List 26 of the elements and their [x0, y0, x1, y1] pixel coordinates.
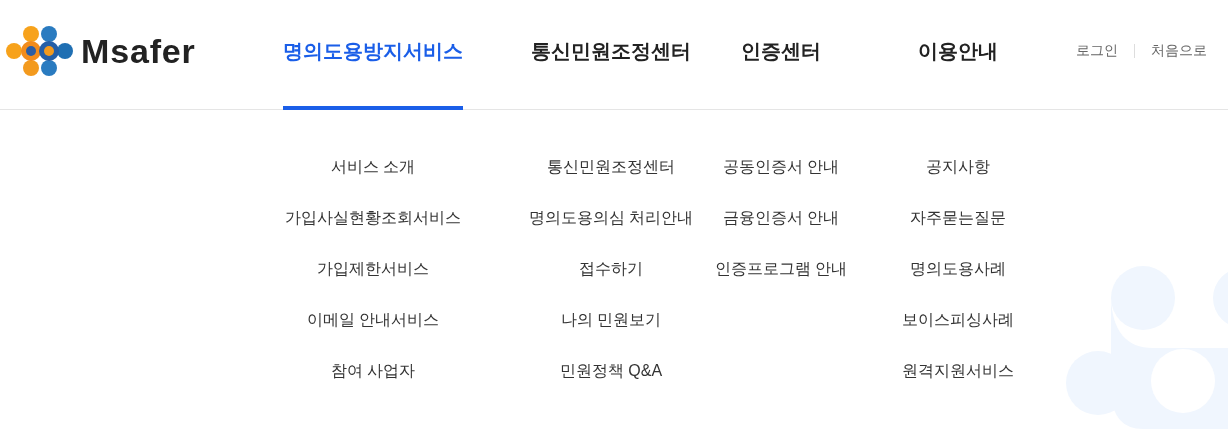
submenu-link[interactable]: 접수하기: [579, 257, 643, 280]
submenu-link[interactable]: 금융인증서 안내: [722, 206, 840, 229]
submenu-link[interactable]: 이메일 안내서비스: [306, 308, 440, 331]
submenu-link[interactable]: 가입사실현황조회서비스: [285, 206, 461, 229]
logo-text: Msafer: [81, 30, 196, 72]
submenu-link[interactable]: 가입제한서비스: [317, 257, 429, 280]
nav-tab[interactable]: 인증센터: [741, 0, 821, 110]
header-link[interactable]: 처음으로: [1151, 40, 1207, 61]
nav-tab[interactable]: 이용안내: [918, 0, 998, 110]
submenu-link[interactable]: 참여 사업자: [330, 359, 416, 382]
submenu-link[interactable]: 명의도용사례: [910, 257, 1006, 280]
logo-icon: [5, 25, 73, 77]
submenu-link[interactable]: 원격지원서비스: [902, 359, 1014, 382]
nav-tab[interactable]: 명의도용방지서비스: [283, 0, 463, 110]
submenu-link[interactable]: 명의도용의심 처리안내: [528, 206, 694, 229]
submenu-link[interactable]: 보이스피싱사례: [902, 308, 1014, 331]
nav-tab[interactable]: 통신민원조정센터: [531, 0, 691, 110]
header-link[interactable]: 로그인: [1076, 40, 1118, 61]
submenu-link[interactable]: 나의 민원보기: [560, 308, 662, 331]
submenu-link[interactable]: 서비스 소개: [330, 155, 416, 178]
submenu-link[interactable]: 공동인증서 안내: [722, 155, 840, 178]
submenu-link[interactable]: 인증프로그램 안내: [714, 257, 848, 280]
submenu-link[interactable]: 공지사항: [926, 155, 990, 178]
submenu-link[interactable]: 민원정책 Q&A: [559, 359, 663, 382]
submenu-link[interactable]: 자주묻는질문: [910, 206, 1006, 229]
submenu-link[interactable]: 통신민원조정센터: [547, 155, 675, 178]
